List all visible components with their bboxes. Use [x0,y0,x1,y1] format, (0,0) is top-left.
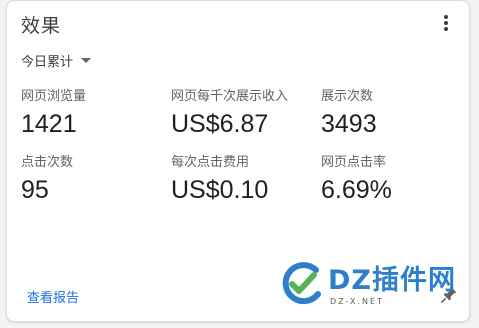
metric-label: 网页点击率 [321,155,387,170]
more-options-icon[interactable] [443,15,449,35]
card-title: 效果 [21,15,62,37]
metric-value: 95 [21,176,49,204]
metric-page-views: 网页浏览量 1421 [21,85,86,139]
metric-label: 每次点击费用 [171,155,250,170]
metric-clicks: 点击次数 95 [21,151,73,205]
metric-label: 网页浏览量 [21,89,87,104]
watermark-logo-icon [282,262,321,305]
watermark: DZ插件网 DZ-X.NET [270,258,470,314]
metric-value: 1421 [21,110,77,138]
metric-value: 6.69% [321,176,392,204]
metric-value: 3493 [321,110,377,138]
watermark-text: DZ插件网 [328,265,456,296]
metric-cpc: 每次点击费用 US$0.10 [171,151,268,205]
caret-down-icon [81,58,92,63]
metric-label: 展示次数 [321,89,374,104]
view-report-link[interactable]: 查看报告 [27,287,79,306]
metric-label: 网页每千次展示收入 [171,89,289,104]
date-range-label: 今日累计 [21,55,74,70]
metric-value: US$0.10 [171,176,269,204]
watermark-subtext: DZ-X.NET [330,297,384,306]
date-range-dropdown[interactable]: 今日累计 [21,51,92,70]
metric-ctr: 网页点击率 6.69% [321,151,392,205]
metric-label: 点击次数 [21,155,74,170]
metric-page-rpm: 网页每千次展示收入 US$6.87 [171,85,288,139]
metric-impressions: 展示次数 3493 [321,85,377,139]
metric-value: US$6.87 [171,110,269,138]
